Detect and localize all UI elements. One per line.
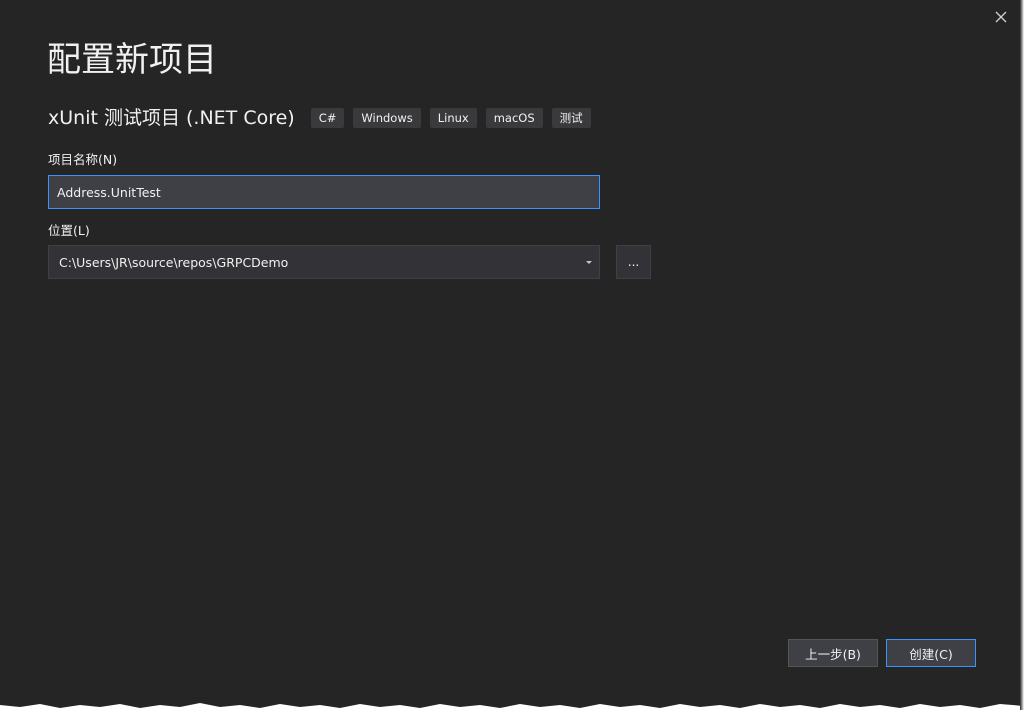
back-button[interactable]: 上一步(B) bbox=[788, 639, 878, 667]
create-button[interactable]: 创建(C) bbox=[886, 639, 976, 667]
tag-test: 测试 bbox=[551, 108, 591, 128]
location-value: C:\Users\JR\source\repos\GRPCDemo bbox=[59, 254, 289, 270]
template-tags: C# Windows Linux macOS 测试 bbox=[310, 108, 600, 128]
close-button[interactable] bbox=[992, 8, 1010, 26]
tag-windows: Windows bbox=[353, 108, 421, 128]
tag-linux: Linux bbox=[429, 108, 477, 128]
close-icon bbox=[995, 11, 1007, 23]
template-info: xUnit 测试项目 (.NET Core) C# Windows Linux … bbox=[48, 104, 600, 132]
page-title: 配置新项目 bbox=[47, 40, 217, 80]
configure-project-dialog: 配置新项目 xUnit 测试项目 (.NET Core) C# Windows … bbox=[0, 0, 1024, 710]
location-dropdown[interactable]: C:\Users\JR\source\repos\GRPCDemo bbox=[48, 245, 600, 279]
tag-macos: macOS bbox=[485, 108, 543, 128]
project-name-input[interactable] bbox=[48, 175, 600, 209]
shadow-edge-decoration bbox=[1020, 0, 1024, 710]
project-name-label: 项目名称(N) bbox=[48, 152, 118, 167]
browse-button[interactable]: ... bbox=[616, 245, 651, 279]
torn-edge-decoration bbox=[0, 703, 1024, 710]
template-name: xUnit 测试项目 (.NET Core) bbox=[48, 107, 295, 129]
tag-csharp: C# bbox=[310, 108, 345, 128]
location-label: 位置(L) bbox=[48, 223, 90, 238]
chevron-down-icon bbox=[582, 260, 596, 265]
